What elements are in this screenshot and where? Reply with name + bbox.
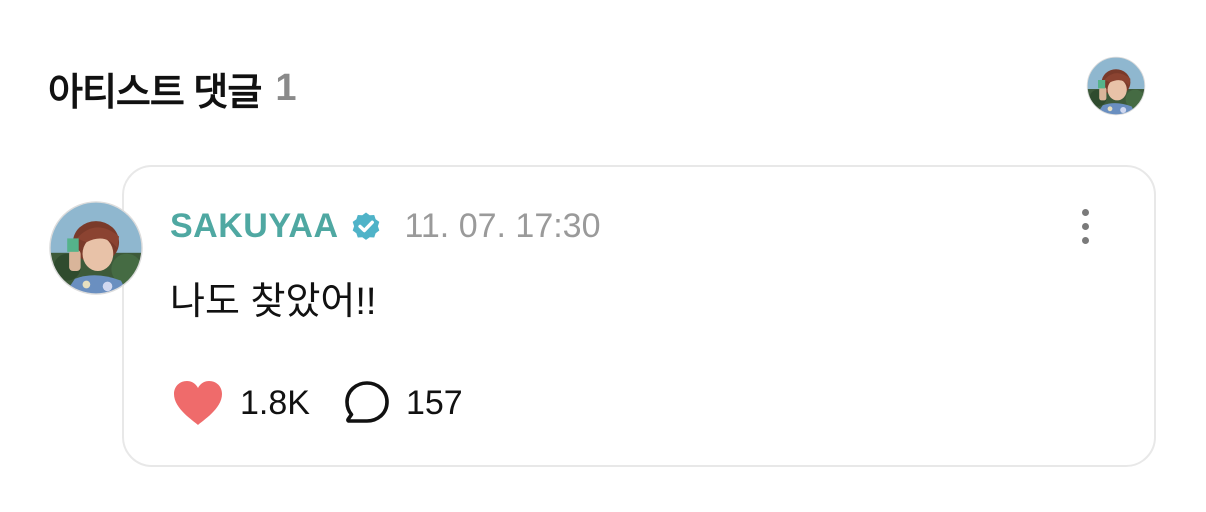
section-header: 아티스트 댓글 1 <box>48 58 296 118</box>
reply-button[interactable]: 157 <box>342 378 463 428</box>
comment-meta: SAKUYAA 11. 07. 17:30 <box>170 204 601 248</box>
comment-count: 1 <box>275 66 297 109</box>
comment-timestamp: 11. 07. 17:30 <box>404 206 601 245</box>
more-vertical-icon[interactable] <box>1070 204 1100 248</box>
comment-text: 나도 찾았어!! <box>170 281 377 323</box>
author-name[interactable]: SAKUYAA <box>170 207 339 246</box>
author-avatar[interactable] <box>48 200 144 296</box>
like-button[interactable]: 1.8K <box>170 378 310 428</box>
reply-count: 157 <box>405 383 463 422</box>
user-avatar[interactable] <box>1086 56 1146 116</box>
section-title: 아티스트 댓글 <box>48 71 262 114</box>
avatar-image <box>49 201 143 295</box>
heart-icon <box>174 381 222 425</box>
like-count: 1.8K <box>240 383 310 422</box>
verified-badge-icon <box>349 209 383 243</box>
comment-actions: 1.8K 157 <box>170 378 463 428</box>
avatar-image <box>1086 56 1146 116</box>
speech-bubble-icon <box>345 381 389 423</box>
